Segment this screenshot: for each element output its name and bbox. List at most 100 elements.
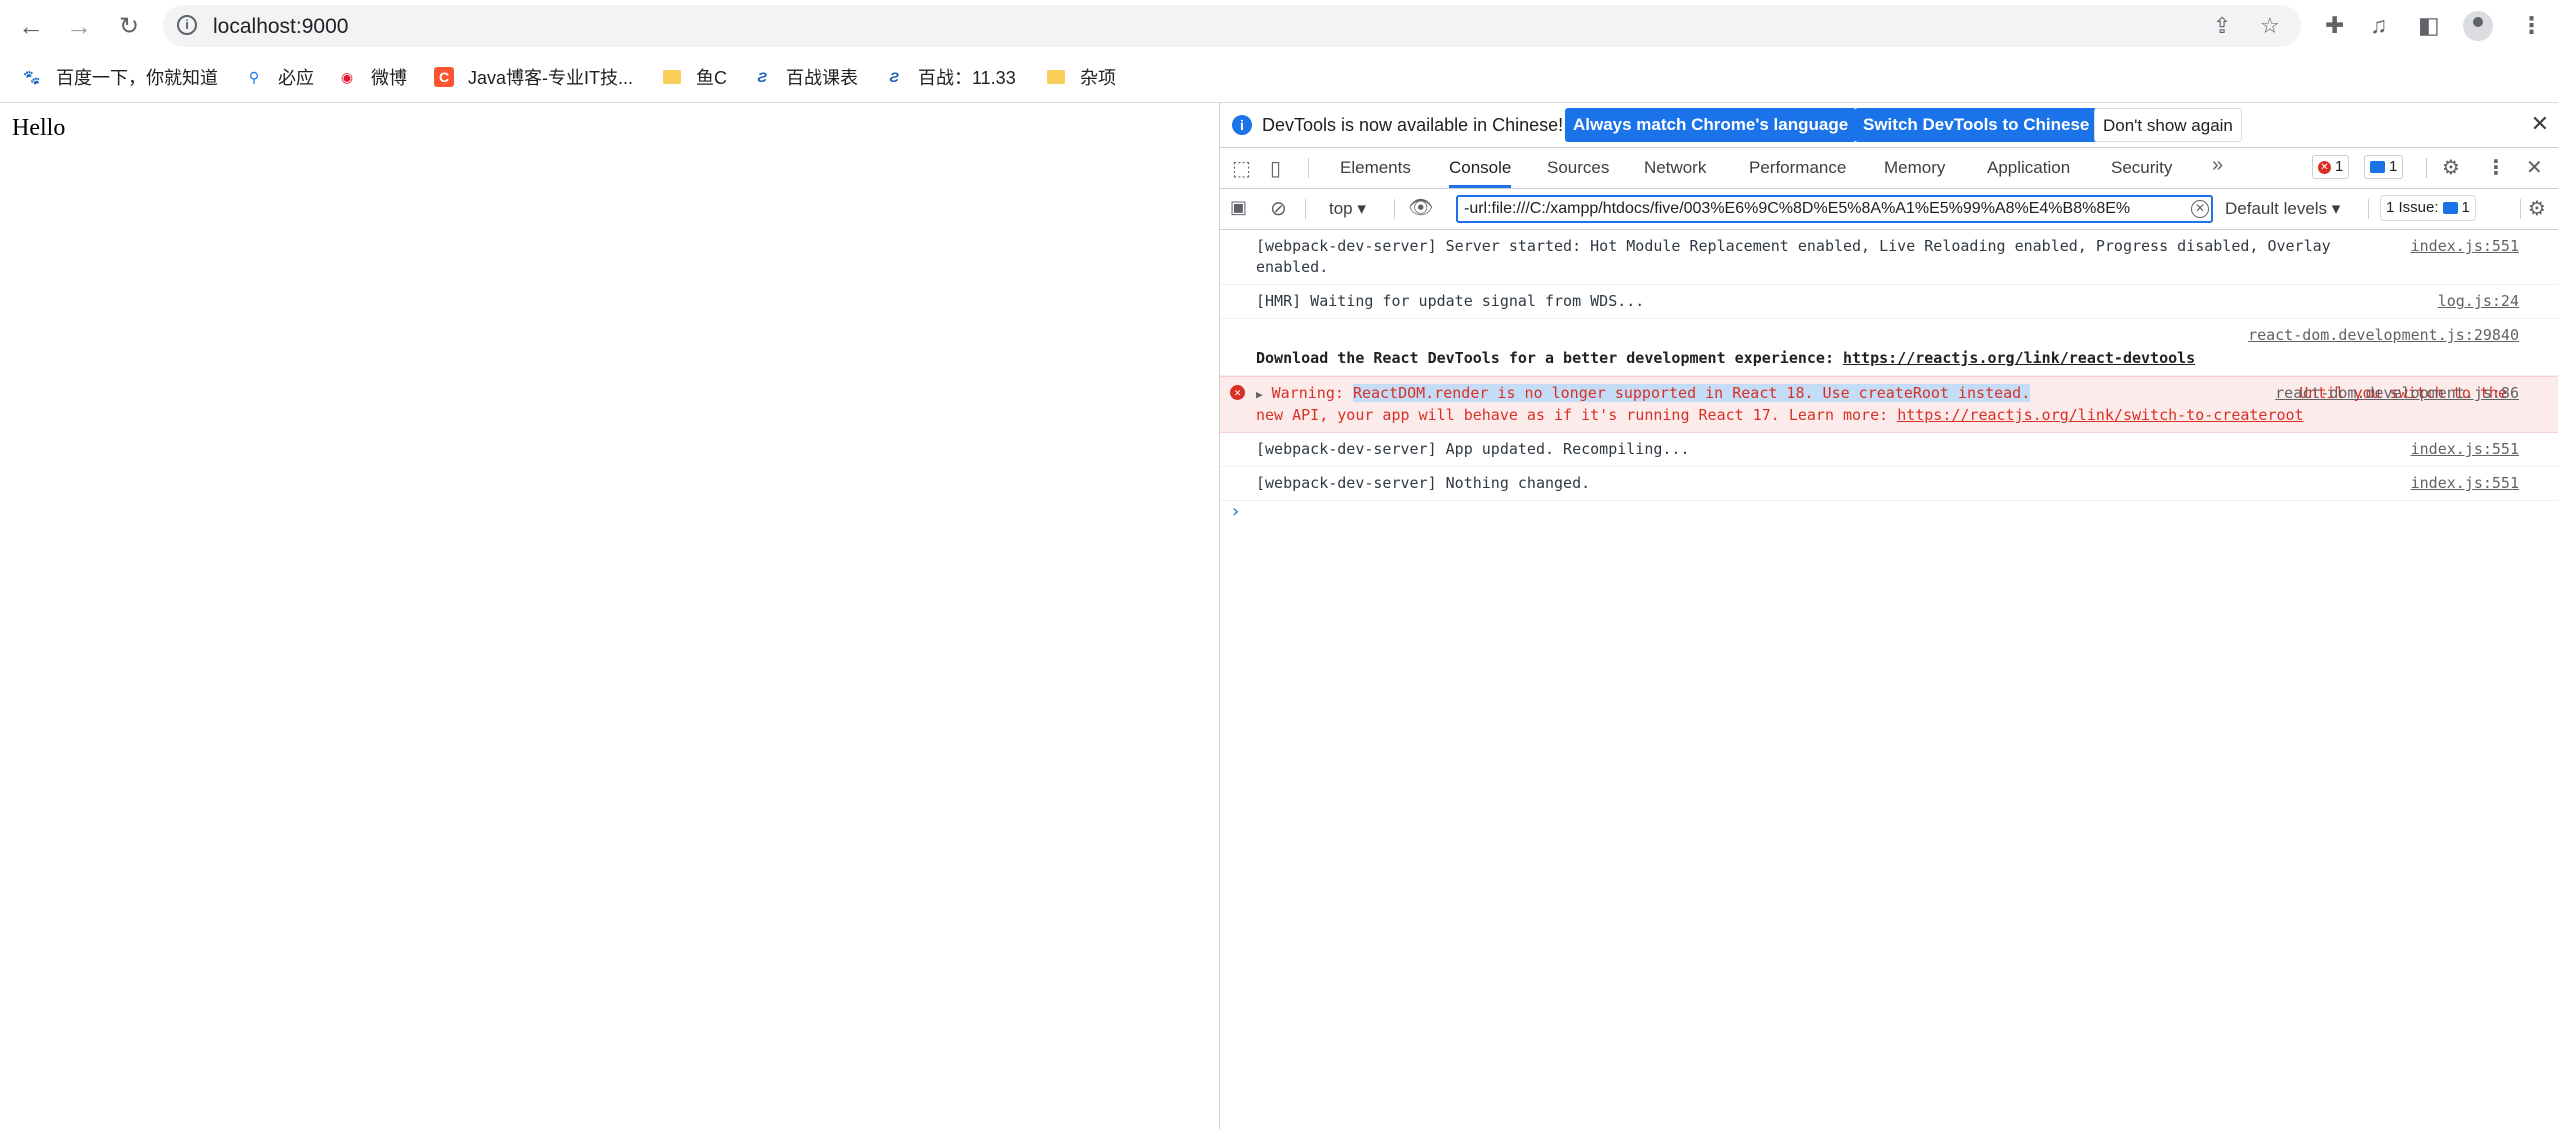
- dropdown-arrow-icon: ▾: [1357, 199, 1366, 218]
- bookmark-item[interactable]: C Java博客-专业IT技...: [434, 64, 633, 90]
- infobar-message: DevTools is now available in Chinese!: [1262, 115, 1564, 135]
- reload-icon[interactable]: ↻: [114, 11, 144, 41]
- devtools-panel: i DevTools is now available in Chinese! …: [1219, 103, 2558, 1129]
- prompt-chevron-icon: ›: [1230, 501, 1241, 522]
- tab-performance[interactable]: Performance: [1749, 148, 1846, 188]
- more-tabs-icon[interactable]: »: [2212, 154, 2223, 177]
- bookmark-item[interactable]: 🐾 百度一下，你就知道: [22, 64, 218, 90]
- bookmark-star-icon[interactable]: ☆: [2260, 13, 2280, 39]
- tab-network[interactable]: Network: [1644, 148, 1706, 188]
- live-expression-eye-icon[interactable]: 👁: [1408, 195, 1433, 220]
- address-bar[interactable]: i localhost:9000 ⇪ ☆: [163, 5, 2301, 47]
- console-error-message: ✕ ▶ Warning: ReactDOM.render is no longe…: [1220, 376, 2558, 433]
- source-link[interactable]: log.js:24: [2438, 291, 2519, 312]
- console-message: [webpack-dev-server] App updated. Recomp…: [1220, 433, 2558, 467]
- console-messages: [webpack-dev-server] Server started: Hot…: [1220, 230, 2558, 1129]
- message-text: [HMR] Waiting for update signal from WDS…: [1256, 292, 1645, 310]
- close-devtools-icon[interactable]: ✕: [2526, 155, 2543, 180]
- error-count: 1: [2335, 158, 2344, 175]
- divider: [2368, 199, 2369, 219]
- console-filter-bar: ▣ ⊘ top ▾ 👁 -url:file:///C:/xampp/htdocs…: [1220, 189, 2558, 230]
- bookmark-label: 百战课表: [786, 68, 858, 88]
- log-levels-dropdown[interactable]: Default levels ▾: [2225, 199, 2340, 219]
- device-toolbar-icon[interactable]: ▯: [1270, 156, 1281, 181]
- bookmark-label: 杂项: [1080, 68, 1116, 88]
- bookmark-folder[interactable]: 杂项: [1046, 64, 1116, 90]
- console-settings-gear-icon[interactable]: ⚙: [2528, 196, 2546, 221]
- message-text: [webpack-dev-server] Nothing changed.: [1256, 474, 1591, 492]
- tab-elements[interactable]: Elements: [1340, 148, 1411, 188]
- menu-kebab-icon[interactable]: ⋮: [2520, 12, 2543, 39]
- url-text[interactable]: localhost:9000: [213, 15, 348, 39]
- clear-filter-icon[interactable]: ✕: [2191, 200, 2209, 218]
- console-prompt[interactable]: ›: [1220, 501, 2558, 527]
- profile-avatar[interactable]: [2463, 11, 2493, 41]
- bookmark-item[interactable]: Ƨ 百战：11.33: [884, 64, 1015, 90]
- source-link[interactable]: react-dom.development.js:86: [2275, 383, 2519, 404]
- tab-security[interactable]: Security: [2111, 148, 2172, 188]
- show-sidebar-icon[interactable]: ▣: [1230, 197, 1247, 218]
- context-value: top: [1329, 199, 1353, 218]
- bookmark-item[interactable]: ◉ 微博: [337, 64, 407, 90]
- bookmark-folder[interactable]: 鱼C: [662, 64, 727, 90]
- tab-application[interactable]: Application: [1987, 148, 2070, 188]
- issues-button[interactable]: 1 Issue: 1: [2380, 195, 2476, 221]
- source-link[interactable]: index.js:551: [2411, 439, 2519, 460]
- media-control-icon[interactable]: ♫: [2370, 12, 2387, 39]
- warning-prefix: Warning:: [1271, 384, 1353, 402]
- message-link[interactable]: https://reactjs.org/link/react-devtools: [1843, 349, 2195, 367]
- expand-triangle-icon[interactable]: ▶: [1256, 388, 1263, 401]
- message-text: [webpack-dev-server] Server started: Hot…: [1256, 237, 2331, 276]
- error-count-badge[interactable]: ✕ 1: [2312, 155, 2350, 179]
- bookmark-label: Java博客-专业IT技...: [468, 68, 634, 88]
- inspect-element-icon[interactable]: ⬚: [1232, 156, 1251, 181]
- baizhan-icon: Ƨ: [889, 69, 899, 85]
- source-link[interactable]: index.js:551: [2411, 473, 2519, 494]
- side-panel-icon[interactable]: ◧: [2418, 12, 2440, 39]
- context-selector[interactable]: top ▾: [1329, 199, 1366, 219]
- forward-arrow-icon[interactable]: →: [64, 11, 94, 41]
- settings-gear-icon[interactable]: ⚙: [2442, 155, 2460, 180]
- devtools-language-infobar: i DevTools is now available in Chinese! …: [1220, 103, 2558, 148]
- switch-to-chinese-button[interactable]: Switch DevTools to Chinese: [1855, 108, 2098, 142]
- dont-show-again-button[interactable]: Don't show again: [2094, 108, 2242, 142]
- message-text: Download the React DevTools for a better…: [1256, 349, 1843, 367]
- bookmark-item[interactable]: ⚲ 必应: [244, 64, 314, 90]
- bookmark-item[interactable]: Ƨ 百战课表: [752, 64, 858, 90]
- back-arrow-icon[interactable]: ←: [16, 11, 46, 41]
- message-link[interactable]: https://reactjs.org/link/switch-to-creat…: [1897, 406, 2303, 424]
- divider: [2426, 158, 2427, 178]
- message-text: [webpack-dev-server] App updated. Recomp…: [1256, 440, 1690, 458]
- bookmark-label: 微博: [371, 68, 407, 88]
- clear-console-icon[interactable]: ⊘: [1270, 196, 1287, 221]
- divider: [1394, 199, 1395, 219]
- infobar-close-icon[interactable]: ✕: [2531, 111, 2549, 137]
- baizhan-icon: Ƨ: [757, 69, 767, 85]
- csdn-icon: C: [434, 67, 454, 87]
- issues-label: 1 Issue:: [2386, 199, 2439, 216]
- page-hello-text: Hello: [12, 115, 66, 141]
- source-link[interactable]: react-dom.development.js:29840: [2248, 325, 2519, 346]
- tab-console[interactable]: Console: [1449, 148, 1512, 188]
- source-link[interactable]: index.js:551: [2411, 236, 2519, 257]
- share-icon[interactable]: ⇪: [2213, 13, 2231, 39]
- tab-memory[interactable]: Memory: [1884, 148, 1945, 188]
- devtools-menu-icon[interactable]: ⋮: [2486, 155, 2506, 180]
- always-match-language-button[interactable]: Always match Chrome's language: [1565, 108, 1857, 142]
- message-icon: [2370, 161, 2385, 173]
- site-info-icon[interactable]: i: [177, 15, 197, 35]
- divider: [1305, 199, 1306, 219]
- bing-search-icon: ⚲: [248, 68, 260, 85]
- console-message: [webpack-dev-server] Nothing changed. in…: [1220, 467, 2558, 501]
- console-filter-input[interactable]: -url:file:///C:/xampp/htdocs/five/003%E6…: [1456, 195, 2213, 223]
- message-count: 1: [2389, 158, 2398, 175]
- page-viewport: Hello: [0, 103, 1219, 1129]
- extensions-icon[interactable]: ✚: [2325, 12, 2344, 39]
- issues-count: 1: [2461, 199, 2470, 216]
- tab-sources[interactable]: Sources: [1547, 148, 1609, 188]
- message-count-badge[interactable]: 1: [2364, 155, 2404, 179]
- console-message: [HMR] Waiting for update signal from WDS…: [1220, 285, 2558, 319]
- highlighted-text: ReactDOM.render is no longer supported i…: [1352, 384, 2031, 402]
- divider: [1308, 158, 1309, 178]
- filter-text: -url:file:///C:/xampp/htdocs/five/003%E6…: [1464, 200, 2131, 217]
